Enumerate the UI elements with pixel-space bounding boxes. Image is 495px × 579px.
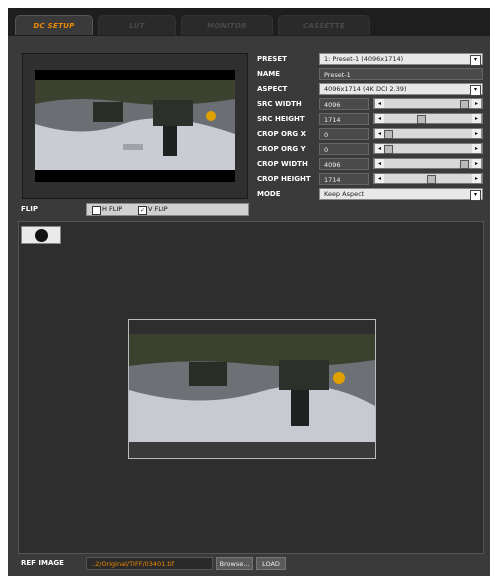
v-flip-label: V FLIP [148,205,168,213]
tab-monitor[interactable]: MONITOR [181,15,273,35]
chevron-right-icon[interactable]: ▸ [472,159,482,168]
aspect-value: 4096x1714 (4K DCI 2.39) [324,85,407,93]
slider-thumb[interactable] [460,100,470,109]
slider-thumb[interactable] [384,130,393,139]
flip-options: H FLIP ✓ V FLIP [86,203,249,216]
crop-org-y-field[interactable]: 0 [319,143,369,155]
chevron-left-icon[interactable]: ◂ [374,174,384,183]
crop-width-slider[interactable]: ◂ ▸ [373,158,483,169]
preset-label: PRESET [254,53,316,66]
chevron-down-icon[interactable]: ▾ [470,85,481,96]
chevron-right-icon[interactable]: ▸ [472,129,482,138]
crop-width-field[interactable]: 4096 [319,158,369,170]
ref-image-path-field[interactable]: ..2/Original/TIFF/03401.tif [86,557,213,570]
crop-org-x-field[interactable]: 0 [319,128,369,140]
mode-label: MODE [254,188,316,201]
chevron-right-icon[interactable]: ▸ [472,114,482,123]
chevron-left-icon[interactable]: ◂ [374,99,384,108]
tab-dc-setup[interactable]: DC SETUP [15,15,93,35]
mode-select[interactable]: Keep Aspect ▾ [319,188,483,201]
aspect-select[interactable]: 4096x1714 (4K DCI 2.39) ▾ [319,83,483,96]
h-flip-checkbox[interactable] [92,206,101,215]
preset-value: 1: Preset-1 (4096x1714) [324,55,404,63]
src-width-field[interactable]: 4096 [319,98,369,110]
preset-select[interactable]: 1: Preset-1 (4096x1714) ▾ [319,53,483,66]
src-height-field[interactable]: 1714 [319,113,369,125]
ref-image-label: REF IMAGE [18,557,82,570]
crop-height-label: CROP HEIGHT [254,173,316,186]
chevron-left-icon[interactable]: ◂ [374,159,384,168]
crop-height-slider[interactable]: ◂ ▸ [373,173,483,184]
slider-thumb[interactable] [426,175,436,184]
chevron-left-icon[interactable]: ◂ [374,144,384,153]
mode-value: Keep Aspect [324,190,365,198]
chevron-down-icon[interactable]: ▾ [470,190,481,201]
crop-height-field[interactable]: 1714 [319,173,369,185]
slider-thumb[interactable] [460,160,470,169]
tab-cassette[interactable]: CASSETTE [278,15,370,35]
src-width-label: SRC WIDTH [254,98,316,111]
src-width-slider[interactable]: ◂ ▸ [373,98,483,109]
chevron-right-icon[interactable]: ▸ [472,144,482,153]
chevron-left-icon[interactable]: ◂ [374,129,384,138]
h-flip-label: H FLIP [102,205,123,213]
chevron-right-icon[interactable]: ▸ [472,174,482,183]
v-flip-checkbox[interactable]: ✓ [138,206,147,215]
flip-label: FLIP [18,203,82,216]
name-label: NAME [254,68,316,81]
crop-org-x-label: CROP ORG X [254,128,316,141]
crop-width-label: CROP WIDTH [254,158,316,171]
record-button[interactable] [21,226,61,244]
slider-thumb[interactable] [384,145,393,154]
chevron-down-icon[interactable]: ▾ [470,55,481,66]
src-height-label: SRC HEIGHT [254,113,316,126]
aspect-label: ASPECT [254,83,316,96]
src-height-slider[interactable]: ◂ ▸ [373,113,483,124]
circle-icon [35,229,48,242]
load-button[interactable]: LOAD [256,557,286,570]
tab-lut[interactable]: LUT [98,15,176,35]
source-preview [22,53,248,199]
crop-org-y-label: CROP ORG Y [254,143,316,156]
preview-image [35,70,235,182]
name-field[interactable]: Preset-1 [319,68,483,80]
browse-button[interactable]: Browse... [216,557,253,570]
chevron-right-icon[interactable]: ▸ [472,99,482,108]
crop-org-y-slider[interactable]: ◂ ▸ [373,143,483,154]
output-image [129,334,375,458]
crop-org-x-slider[interactable]: ◂ ▸ [373,128,483,139]
output-frame [128,319,376,459]
slider-thumb[interactable] [416,115,426,124]
chevron-left-icon[interactable]: ◂ [374,114,384,123]
